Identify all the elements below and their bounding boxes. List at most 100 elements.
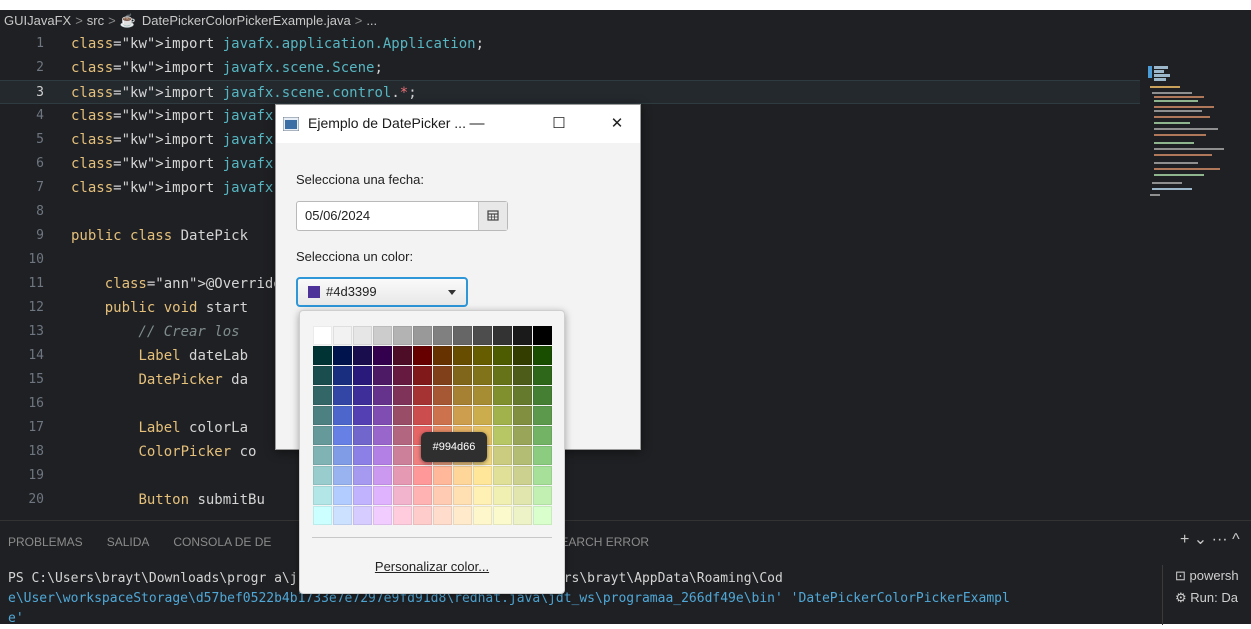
color-swatch[interactable] [473,466,492,485]
maximize-button[interactable]: ☐ [536,105,582,143]
color-swatch[interactable] [393,426,412,445]
panel-tab[interactable]: SEARCH ERROR [552,535,649,549]
calendar-button[interactable] [478,202,507,230]
color-swatch[interactable] [393,486,412,505]
color-swatch[interactable] [533,426,552,445]
color-swatch[interactable] [533,386,552,405]
color-swatch[interactable] [393,406,412,425]
color-swatch[interactable] [393,366,412,385]
color-swatch[interactable] [353,446,372,465]
color-swatch[interactable] [353,406,372,425]
color-swatch[interactable] [533,446,552,465]
color-swatch[interactable] [453,346,472,365]
color-swatch[interactable] [373,426,392,445]
color-swatch[interactable] [493,326,512,345]
color-swatch[interactable] [353,506,372,525]
color-swatch[interactable] [453,506,472,525]
color-swatch[interactable] [313,506,332,525]
color-swatch[interactable] [333,486,352,505]
color-swatch[interactable] [433,486,452,505]
color-swatch[interactable] [513,446,532,465]
terminal-output[interactable]: PS C:\Users\brayt\Downloads\progr a\jre-… [8,569,1158,629]
color-swatch[interactable] [493,466,512,485]
color-swatch[interactable] [333,366,352,385]
color-swatch[interactable] [433,346,452,365]
color-swatch[interactable] [453,486,472,505]
color-swatch[interactable] [373,506,392,525]
color-swatch[interactable] [313,406,332,425]
color-swatch[interactable] [373,446,392,465]
color-swatch[interactable] [333,506,352,525]
color-swatch[interactable] [513,426,532,445]
code-line[interactable]: 19 [0,464,1140,488]
color-swatch[interactable] [513,386,532,405]
color-swatch[interactable] [313,446,332,465]
color-swatch[interactable] [473,386,492,405]
color-swatch[interactable] [393,386,412,405]
minimize-button[interactable]: — [454,105,500,143]
color-swatch[interactable] [533,466,552,485]
color-swatch[interactable] [433,386,452,405]
color-swatch[interactable] [513,326,532,345]
color-swatch[interactable] [533,346,552,365]
color-swatch[interactable] [513,466,532,485]
color-swatch[interactable] [453,386,472,405]
breadcrumb-project[interactable]: GUIJavaFX [4,13,71,28]
color-swatch[interactable] [333,466,352,485]
breadcrumb-folder[interactable]: src [87,13,104,28]
color-swatch[interactable] [333,386,352,405]
color-swatch[interactable] [373,406,392,425]
color-swatch[interactable] [373,326,392,345]
color-swatch[interactable] [513,506,532,525]
color-swatch[interactable] [513,486,532,505]
color-swatch[interactable] [473,406,492,425]
color-swatch[interactable] [333,326,352,345]
color-swatch[interactable] [533,326,552,345]
terminal-item-powershell[interactable]: ⊡ powersh [1163,565,1251,587]
breadcrumb-file[interactable]: DatePickerColorPickerExample.java [142,13,351,28]
color-swatch[interactable] [493,446,512,465]
color-swatch[interactable] [373,466,392,485]
color-swatch[interactable] [533,486,552,505]
color-swatch[interactable] [313,346,332,365]
color-swatch[interactable] [333,406,352,425]
color-swatch[interactable] [313,486,332,505]
color-swatch[interactable] [393,326,412,345]
date-picker[interactable]: 05/06/2024 [296,201,508,231]
color-swatch[interactable] [493,366,512,385]
code-line[interactable]: 2 class="kw">import javafx.scene.Scene; [0,56,1140,80]
color-swatch[interactable] [373,366,392,385]
color-swatch[interactable] [393,506,412,525]
panel-actions[interactable]: + ⌄ ··· ^ [1180,529,1240,549]
panel-tab[interactable]: SALIDA [107,535,150,549]
color-swatch[interactable] [353,346,372,365]
color-swatch[interactable] [493,506,512,525]
color-swatch[interactable] [313,366,332,385]
code-line[interactable]: 1 class="kw">import javafx.application.Ap… [0,32,1140,56]
color-swatch[interactable] [513,406,532,425]
color-swatch[interactable] [413,326,432,345]
color-swatch[interactable] [473,506,492,525]
terminal-item-run[interactable]: ⚙ Run: Da [1163,587,1251,609]
color-swatch[interactable] [353,366,372,385]
color-swatch[interactable] [353,426,372,445]
color-swatch[interactable] [453,466,472,485]
color-swatch[interactable] [313,386,332,405]
color-swatch[interactable] [333,426,352,445]
color-swatch[interactable] [533,406,552,425]
color-swatch[interactable] [433,326,452,345]
color-picker[interactable]: #4d3399 [296,277,468,307]
color-swatch[interactable] [433,466,452,485]
color-swatch[interactable] [313,326,332,345]
color-swatch[interactable] [373,486,392,505]
color-swatch[interactable] [533,506,552,525]
color-swatch[interactable] [373,386,392,405]
color-swatch[interactable] [353,386,372,405]
color-swatch[interactable] [353,326,372,345]
color-swatch[interactable] [473,326,492,345]
color-swatch[interactable] [373,346,392,365]
custom-color-link[interactable]: Personalizar color... [300,559,564,574]
color-swatch[interactable] [493,386,512,405]
color-swatch[interactable] [433,366,452,385]
breadcrumb-more[interactable]: ... [366,13,377,28]
